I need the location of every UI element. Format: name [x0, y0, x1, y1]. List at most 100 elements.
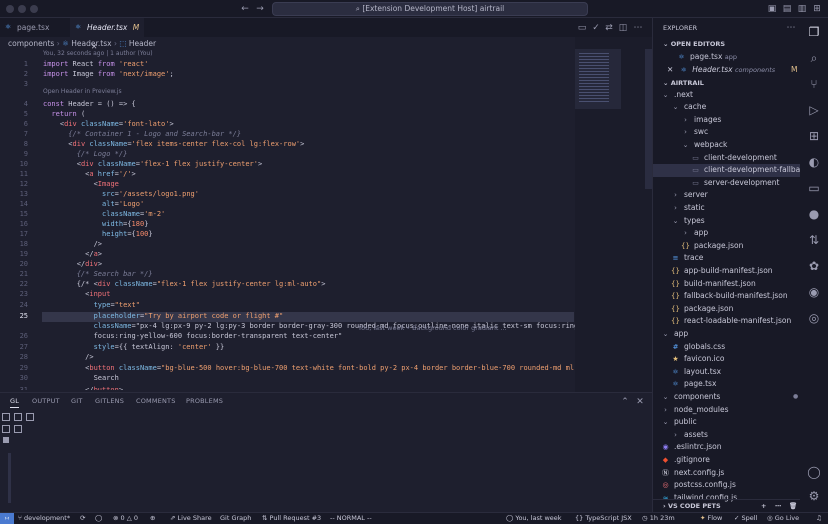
- maximize-window-icon[interactable]: [30, 5, 38, 13]
- more-actions-icon[interactable]: ⋯: [785, 22, 797, 34]
- tree-item[interactable]: › app: [681, 227, 708, 240]
- comment-icon[interactable]: ▭: [576, 22, 588, 34]
- toggle-panel-icon[interactable]: ▤: [781, 3, 793, 15]
- tree-item[interactable]: Ⓝnext.config.js: [661, 467, 724, 480]
- close-icon[interactable]: ✕: [667, 65, 673, 74]
- tab-page-tsx[interactable]: ⚛ page.tsx: [0, 18, 70, 37]
- extensions-icon[interactable]: ⊞: [806, 128, 822, 144]
- paw-icon[interactable]: ✿: [806, 258, 822, 274]
- gl-tool-icon[interactable]: [2, 413, 10, 421]
- close-panel-icon[interactable]: ✕: [634, 396, 646, 408]
- account-status-icon[interactable]: ◯: [95, 513, 102, 524]
- tree-item[interactable]: ≡ trace: [671, 252, 704, 265]
- tree-item[interactable]: ◎ postcss.config.js: [661, 479, 735, 492]
- pull-request-icon[interactable]: ⇅: [806, 232, 822, 248]
- tree-item[interactable]: › node_modules: [661, 404, 728, 417]
- customize-layout-icon[interactable]: ⊞: [811, 3, 823, 15]
- account-icon[interactable]: ◯: [806, 464, 822, 480]
- gear-icon[interactable]: ⚙: [806, 488, 822, 504]
- toggle-secondary-sidebar-icon[interactable]: ▥: [796, 3, 808, 15]
- wakatime-status[interactable]: ◷ 1h 23m: [642, 513, 675, 524]
- open-editor-page-tsx[interactable]: ⚛ page.tsx app: [677, 51, 737, 64]
- go-live-status[interactable]: ◎ Go Live: [767, 513, 799, 524]
- breadcrumb-file[interactable]: Header.tsx: [71, 39, 111, 48]
- tree-item[interactable]: ⚛ layout.tsx: [671, 366, 721, 379]
- tree-item[interactable]: ▭ client-development-fallback: [653, 164, 809, 177]
- check-circle-icon[interactable]: ✓: [590, 22, 602, 34]
- git-status-icon[interactable]: ⊕: [150, 513, 155, 524]
- language-status[interactable]: {} TypeScript JSX: [575, 513, 632, 524]
- sync-icon[interactable]: ⟳: [80, 513, 85, 524]
- tree-item[interactable]: {} build-manifest.json: [671, 278, 756, 291]
- forward-arrow-icon[interactable]: →: [254, 3, 266, 15]
- vs-code-pets-header[interactable]: › VS CODE PETS + ⋯ 🗑: [653, 499, 801, 511]
- tree-item[interactable]: ⌄ components ●: [661, 391, 799, 404]
- tree-item[interactable]: {} react-loadable-manifest.json: [671, 315, 791, 328]
- open-editors-header[interactable]: ⌄ OPEN EDITORS: [653, 38, 801, 50]
- live-share-status[interactable]: ⇗ Live Share: [170, 513, 212, 524]
- maximize-panel-icon[interactable]: ⌃: [619, 396, 631, 408]
- pull-request-status[interactable]: ⇅ Pull Request #3: [262, 513, 321, 524]
- search-editor-icon[interactable]: ◎: [806, 310, 822, 326]
- source-control-icon[interactable]: ⑂: [806, 76, 822, 92]
- tree-item[interactable]: › images: [681, 114, 721, 127]
- add-icon[interactable]: +: [761, 500, 766, 512]
- gl-tool-icon[interactable]: [2, 425, 10, 433]
- tree-item[interactable]: ◉ .eslintrc.json: [661, 441, 721, 454]
- tree-item[interactable]: ⌄ types: [671, 215, 705, 228]
- tree-item[interactable]: ⚛ page.tsx: [671, 378, 716, 391]
- tree-item[interactable]: ⌄ webpack: [681, 139, 728, 152]
- notifications-icon[interactable]: ♫: [816, 513, 822, 524]
- git-graph-status[interactable]: Git Graph: [220, 513, 251, 524]
- close-window-icon[interactable]: [6, 5, 14, 13]
- tree-item[interactable]: ⌄ .next: [661, 89, 693, 102]
- back-arrow-icon[interactable]: ←: [239, 3, 251, 15]
- command-center[interactable]: ⌕ [Extension Development Host] airtrail: [272, 2, 588, 16]
- trash-icon[interactable]: 🗑: [789, 500, 797, 512]
- tree-item[interactable]: ⌄ public: [661, 416, 697, 429]
- codelens-preview[interactable]: Open Header in Preview.js: [43, 88, 122, 95]
- project-header[interactable]: ⌄ AIRTRAIL: [653, 77, 801, 89]
- gl-tool-icon[interactable]: [14, 413, 22, 421]
- blame-status[interactable]: ◯ You, last week: [506, 513, 562, 524]
- tree-item[interactable]: ★ favicon.ico: [671, 353, 724, 366]
- tree-item[interactable]: ⌄ cache: [671, 101, 707, 114]
- tree-item[interactable]: ▭ server-development: [691, 177, 779, 190]
- tree-item[interactable]: {} fallback-build-manifest.json: [671, 290, 788, 303]
- tree-item[interactable]: {} app-build-manifest.json: [671, 265, 773, 278]
- panel-tab-gl[interactable]: GL: [10, 397, 20, 408]
- files-icon[interactable]: ❐: [806, 24, 822, 40]
- split-editor-icon[interactable]: ◫: [617, 22, 629, 34]
- tree-item[interactable]: › server: [671, 189, 708, 202]
- git-compare-icon[interactable]: ⇄: [603, 22, 615, 34]
- minimap[interactable]: [575, 37, 652, 392]
- tree-item[interactable]: › swc: [681, 126, 708, 139]
- panel-tab-comments[interactable]: COMMENTS: [136, 397, 176, 405]
- tree-item[interactable]: ◆ .gitignore: [661, 454, 710, 467]
- github-icon[interactable]: ●: [806, 206, 822, 222]
- tree-item[interactable]: › static: [671, 202, 705, 215]
- remote-icon[interactable]: ›‹: [0, 513, 14, 524]
- panel-tab-gitlens[interactable]: GITLENS: [95, 397, 124, 405]
- open-editor-header-tsx[interactable]: ✕ ⚛ Header.tsx components M: [667, 64, 797, 77]
- panel-scrollbar[interactable]: [8, 453, 11, 503]
- tree-item[interactable]: › assets: [671, 429, 708, 442]
- gl-tool-icon[interactable]: [3, 437, 9, 443]
- run-debug-icon[interactable]: ▷: [806, 102, 822, 118]
- flow-status[interactable]: ✦ Flow: [700, 513, 722, 524]
- tree-item[interactable]: {} package.json: [681, 240, 743, 253]
- remote-explorer-icon[interactable]: ▭: [806, 180, 822, 196]
- breadcrumb-symbol[interactable]: Header: [129, 39, 156, 48]
- panel-tab-git[interactable]: GIT: [71, 397, 83, 405]
- blame-annotation[interactable]: You, 32 seconds ago | 1 author (You): [43, 50, 153, 57]
- gl-tool-icon[interactable]: [26, 413, 34, 421]
- spell-status[interactable]: ✓ Spell: [734, 513, 757, 524]
- tree-item[interactable]: ▭ client-development: [691, 152, 777, 165]
- problems-status[interactable]: ⊗ 0 △ 0: [113, 513, 138, 524]
- minimize-window-icon[interactable]: [18, 5, 26, 13]
- more-actions-icon[interactable]: ⋯: [775, 500, 782, 512]
- spotify-icon[interactable]: ◉: [806, 284, 822, 300]
- gl-tool-icon[interactable]: [14, 425, 22, 433]
- tree-item[interactable]: {} package.json: [671, 303, 733, 316]
- scrollbar-vertical[interactable]: [645, 49, 652, 189]
